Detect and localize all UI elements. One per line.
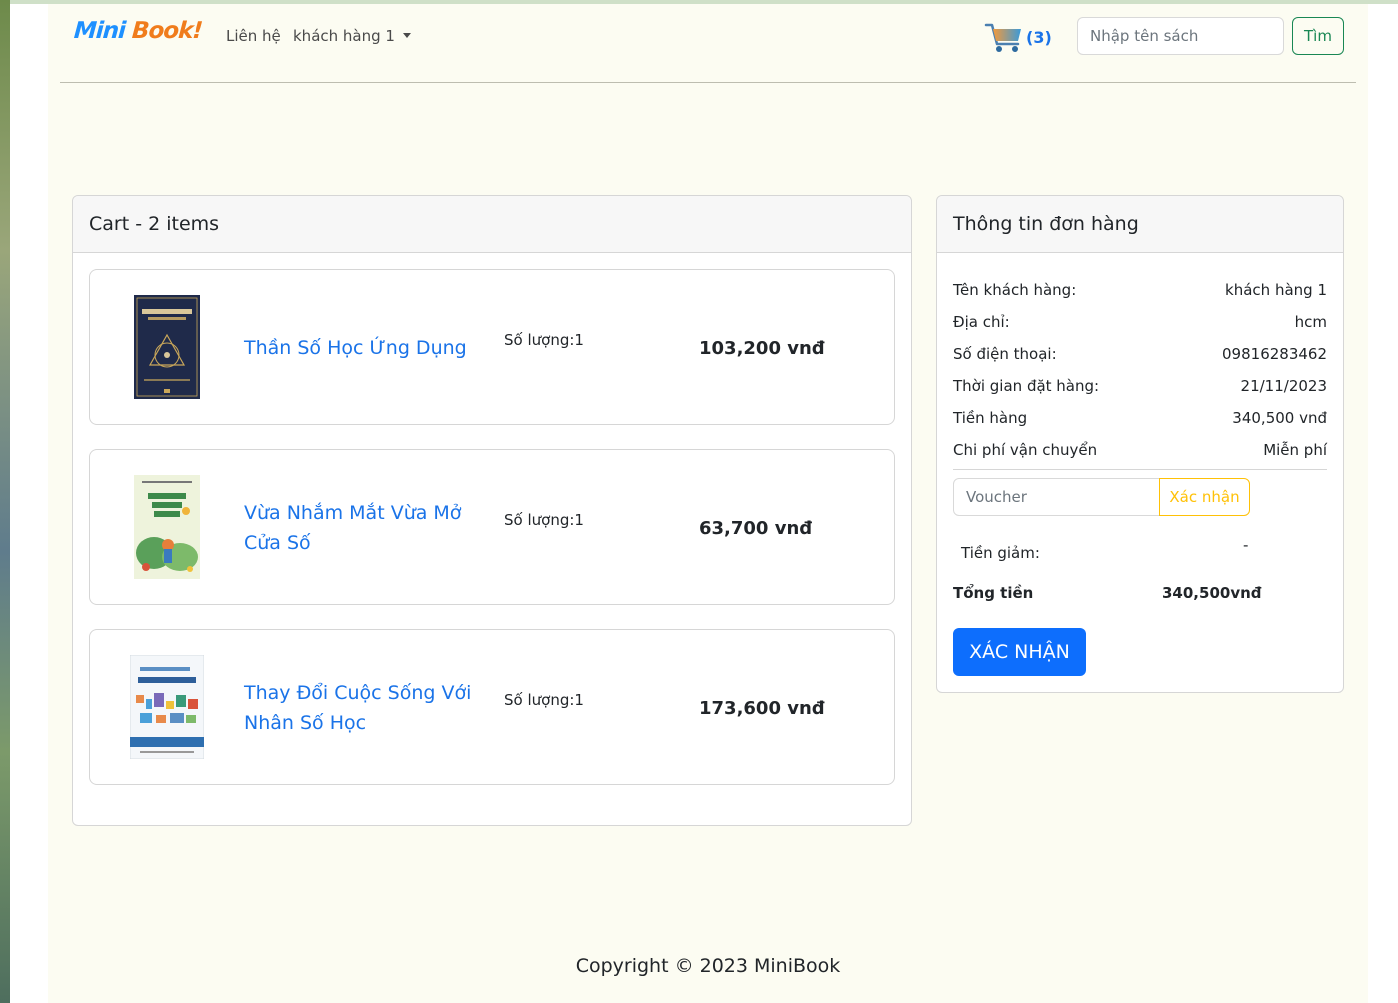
order-row-value: 21/11/2023 [1240,377,1327,395]
cart-card: Cart - 2 items Thần Số Học Ứng Dụng Số l… [72,195,912,826]
order-row-value: 09816283462 [1222,345,1327,363]
order-row-phone: Số điện thoại: 09816283462 [953,345,1327,363]
cart-item: Thần Số Học Ứng Dụng Số lượng:1 103,200 … [89,269,895,425]
cart-item-quantity: Số lượng:1 [504,691,584,709]
order-row-label: Tên khách hàng: [953,281,1077,299]
nav-contact-link[interactable]: Liên hệ [226,27,281,45]
footer-copyright: Copyright © 2023 MiniBook [575,955,841,977]
cart-count-badge: (3) [1026,27,1052,47]
discount-label: Tiền giảm: [961,544,1040,562]
cart-item-price: 103,200 vnđ [699,338,825,359]
user-menu-label: khách hàng 1 [293,27,395,45]
cart-link[interactable]: (3) [984,20,1052,54]
page: Mini Book! Liên hệ khách hàng 1 (3) Nhập… [48,4,1368,1003]
brand-logo-part2: Book! [131,18,203,44]
cart-item-title[interactable]: Thần Số Học Ứng Dụng [244,333,474,363]
order-row-customer: Tên khách hàng: khách hàng 1 [953,281,1327,299]
cart-item-quantity: Số lượng:1 [504,511,584,529]
chevron-down-icon [402,33,411,38]
cart-item-title[interactable]: Thay Đổi Cuộc Sống Với Nhân Số Học [244,678,474,738]
book-cover-image[interactable] [134,475,200,579]
order-row-label: Thời gian đặt hàng: [953,377,1100,395]
voucher-input[interactable] [953,478,1160,516]
book-cover-image[interactable] [130,655,204,759]
brand-logo-part1: Mini [73,18,126,44]
cart-item: Thay Đổi Cuộc Sống Với Nhân Số Học Số lư… [89,629,895,785]
confirm-order-button[interactable]: XÁC NHẬN [953,628,1086,676]
order-row-date: Thời gian đặt hàng: 21/11/2023 [953,377,1327,395]
brand-logo[interactable]: Mini Book! [73,18,203,44]
cart-header: Cart - 2 items [73,196,911,253]
order-row-value: 340,500 vnđ [1232,409,1327,427]
order-divider [953,469,1327,470]
order-info-header: Thông tin đơn hàng [937,196,1343,253]
shopping-cart-icon [984,23,1021,52]
order-row-shipping: Chi phí vận chuyển Miễn phí [953,441,1327,459]
order-row-subtotal: Tiền hàng 340,500 vnđ [953,409,1327,427]
total-value: 340,500vnđ [1162,584,1262,602]
cart-item-price: 173,600 vnđ [699,698,825,719]
book-cover-image[interactable] [134,295,200,399]
order-row-value: khách hàng 1 [1225,281,1327,299]
cart-item-title[interactable]: Vừa Nhắm Mắt Vừa Mở Cửa Số [244,498,474,558]
order-row-label: Chi phí vận chuyển [953,441,1098,459]
order-info-card: Thông tin đơn hàng Tên khách hàng: khách… [936,195,1344,693]
navbar: Mini Book! Liên hệ khách hàng 1 (3) Nhập… [60,4,1356,83]
order-row-label: Địa chỉ: [953,313,1010,331]
apply-voucher-button[interactable]: Xác nhận [1159,478,1250,516]
order-row-label: Tiền hàng [953,409,1028,427]
order-row-value: Miễn phí [1263,441,1327,459]
order-row-address: Địa chỉ: hcm [953,313,1327,331]
search-input[interactable] [1077,17,1284,55]
cart-item-price: 63,700 vnđ [699,518,813,539]
search-button[interactable]: Tìm [1292,17,1344,55]
user-menu-dropdown[interactable]: khách hàng 1 [293,27,411,45]
order-row-label: Số điện thoại: [953,345,1057,363]
cart-item: Vừa Nhắm Mắt Vừa Mở Cửa Số Số lượng:1 63… [89,449,895,605]
discount-value: - [1243,536,1249,554]
total-label: Tổng tiền [953,584,1034,602]
order-row-value: hcm [1294,313,1327,331]
desktop-edge [0,0,10,1003]
cart-item-quantity: Số lượng:1 [504,331,584,349]
